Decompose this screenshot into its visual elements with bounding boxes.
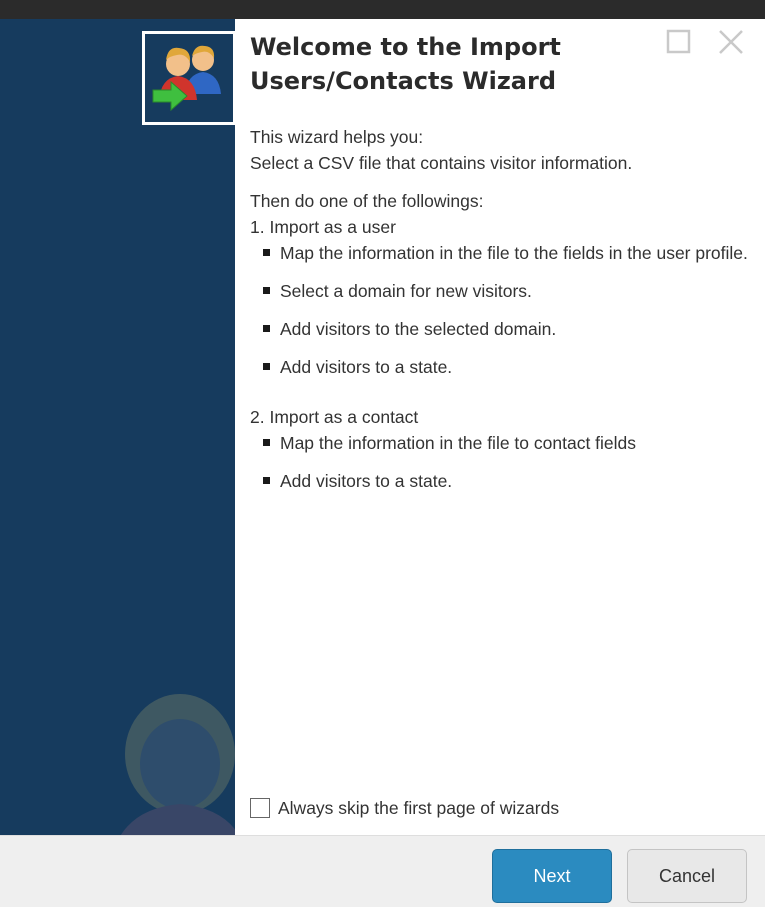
wizard-footer: Next Cancel bbox=[0, 835, 765, 907]
skip-first-page-label[interactable]: Always skip the first page of wizards bbox=[278, 795, 559, 821]
section-heading: 1. Import as a user bbox=[250, 217, 396, 237]
bullet-item: Map the information in the file to conta… bbox=[263, 430, 750, 456]
section-import-user: 1. Import as a user Map the information … bbox=[250, 214, 750, 380]
bullet-item: Add visitors to the selected domain. bbox=[263, 316, 750, 342]
intro-line: This wizard helps you: bbox=[250, 127, 424, 147]
next-button[interactable]: Next bbox=[492, 849, 612, 903]
options-intro: Then do one of the followings: bbox=[250, 191, 484, 211]
cancel-button[interactable]: Cancel bbox=[627, 849, 747, 903]
bullet-list: Map the information in the file to conta… bbox=[250, 430, 750, 494]
bullet-list: Map the information in the file to the f… bbox=[250, 240, 750, 380]
options-block: Then do one of the followings: 1. Import… bbox=[250, 188, 750, 494]
wizard-title: Welcome to the Import Users/Contacts Wiz… bbox=[250, 33, 561, 95]
wizard-content: Welcome to the Import Users/Contacts Wiz… bbox=[250, 30, 750, 506]
user-watermark-icon bbox=[120, 694, 235, 835]
import-users-icon bbox=[142, 31, 236, 125]
intro-line: Select a CSV file that contains visitor … bbox=[250, 153, 633, 173]
bullet-item: Select a domain for new visitors. bbox=[263, 278, 750, 304]
bullet-item: Add visitors to a state. bbox=[263, 354, 750, 380]
skip-first-page-row[interactable]: Always skip the first page of wizards bbox=[250, 795, 559, 821]
title-bar bbox=[0, 0, 765, 19]
section-heading: 2. Import as a contact bbox=[250, 407, 419, 427]
skip-first-page-checkbox[interactable] bbox=[250, 798, 270, 818]
bullet-item: Map the information in the file to the f… bbox=[263, 240, 750, 266]
section-import-contact: 2. Import as a contact Map the informati… bbox=[250, 404, 750, 494]
wizard-sidebar bbox=[0, 19, 235, 835]
intro-block: This wizard helps you: Select a CSV file… bbox=[250, 124, 750, 176]
bullet-item: Add visitors to a state. bbox=[263, 468, 750, 494]
